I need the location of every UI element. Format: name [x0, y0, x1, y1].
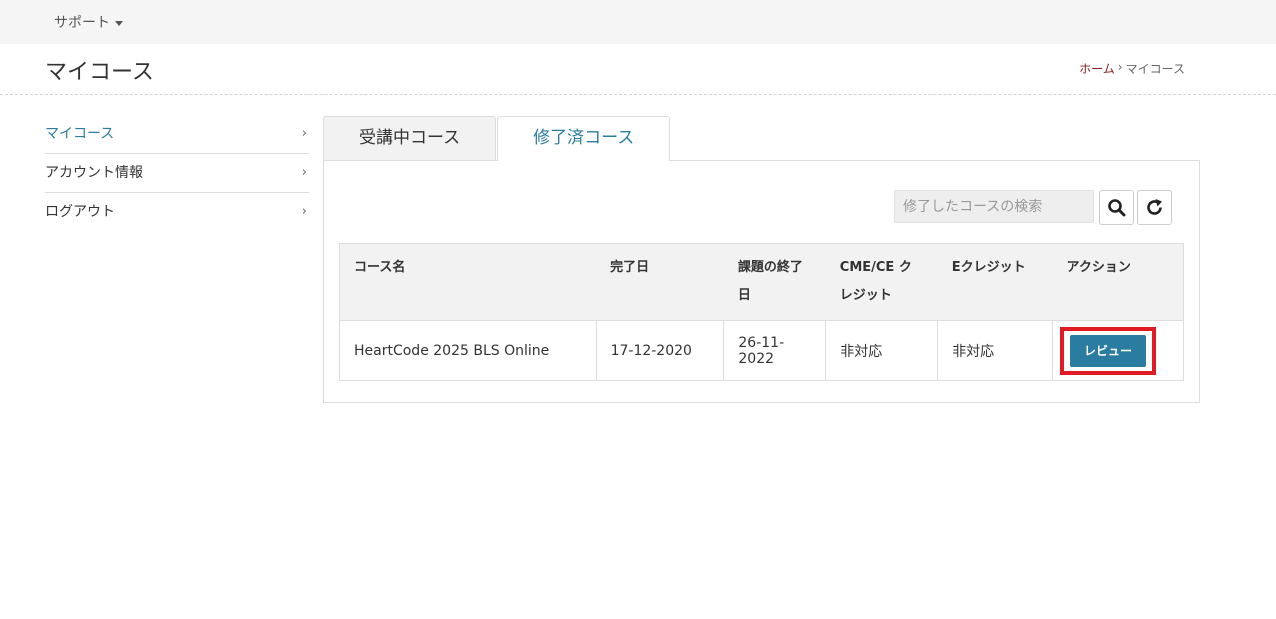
- refresh-icon: [1146, 198, 1162, 215]
- cell-course-name: HeartCode 2025 BLS Online: [339, 320, 597, 381]
- review-button[interactable]: レビュー: [1069, 334, 1146, 367]
- table-header-row: コース名 完了日 課題の終了日 CME/CE クレジット Eクレジット アクショ…: [339, 243, 1184, 321]
- tab-in-progress-courses[interactable]: 受講中コース: [323, 116, 497, 160]
- cell-completed-date: 17-12-2020: [595, 320, 725, 381]
- tab-completed-courses[interactable]: 修了済コース: [497, 116, 671, 161]
- support-label: サポート: [54, 15, 110, 31]
- sidebar-item-label: マイコース: [45, 126, 115, 142]
- completed-courses-panel: コース名 完了日 課題の終了日 CME/CE クレジット Eクレジット アクショ…: [323, 160, 1200, 403]
- sidebar: マイコース › アカウント情報 › ログアウト ›: [45, 115, 309, 232]
- top-navbar: サポート: [0, 0, 1276, 44]
- column-header-course-name: コース名: [339, 243, 597, 321]
- sidebar-item-logout[interactable]: ログアウト ›: [45, 193, 309, 232]
- cell-e-credit: 非対応: [937, 320, 1053, 381]
- chevron-right-icon: ›: [301, 204, 307, 219]
- completed-courses-table: コース名 完了日 課題の終了日 CME/CE クレジット Eクレジット アクショ…: [339, 243, 1185, 381]
- column-header-cme-credit: CME/CE クレジット: [825, 243, 938, 321]
- refresh-button[interactable]: [1137, 190, 1172, 225]
- cell-due-date: 26-11-2022: [723, 320, 827, 381]
- breadcrumb-current: マイコース: [1125, 62, 1185, 76]
- cell-cme-credit: 非対応: [825, 320, 939, 381]
- cell-action: レビュー: [1051, 320, 1185, 381]
- sidebar-item-account-info[interactable]: アカウント情報 ›: [45, 154, 309, 193]
- breadcrumb-separator: ›: [1117, 60, 1123, 74]
- sidebar-item-label: アカウント情報: [45, 165, 143, 181]
- table-row: HeartCode 2025 BLS Online 17-12-2020 26-…: [339, 320, 1185, 381]
- sidebar-item-my-courses[interactable]: マイコース ›: [45, 115, 309, 154]
- column-header-due-date: 課題の終了日: [723, 243, 826, 321]
- column-header-action: アクション: [1052, 243, 1184, 321]
- course-search-input[interactable]: [894, 190, 1094, 223]
- breadcrumb-home-link[interactable]: ホーム: [1079, 60, 1115, 77]
- column-header-completed-date: 完了日: [596, 243, 724, 321]
- chevron-right-icon: ›: [301, 165, 307, 180]
- breadcrumb: ホーム › マイコース: [1079, 60, 1185, 77]
- sidebar-item-label: ログアウト: [45, 204, 115, 220]
- course-tabs: 受講中コース 修了済コース: [323, 116, 671, 161]
- review-button-highlight: レビュー: [1059, 326, 1156, 375]
- search-icon: [1107, 198, 1125, 216]
- column-header-e-credit: Eクレジット: [937, 243, 1053, 321]
- chevron-right-icon: ›: [301, 126, 307, 141]
- page-title: マイコース: [45, 60, 154, 85]
- support-dropdown[interactable]: サポート: [54, 12, 123, 32]
- caret-down-icon: [115, 20, 123, 26]
- page-header: マイコース ホーム › マイコース: [0, 44, 1276, 95]
- search-button[interactable]: [1099, 190, 1134, 225]
